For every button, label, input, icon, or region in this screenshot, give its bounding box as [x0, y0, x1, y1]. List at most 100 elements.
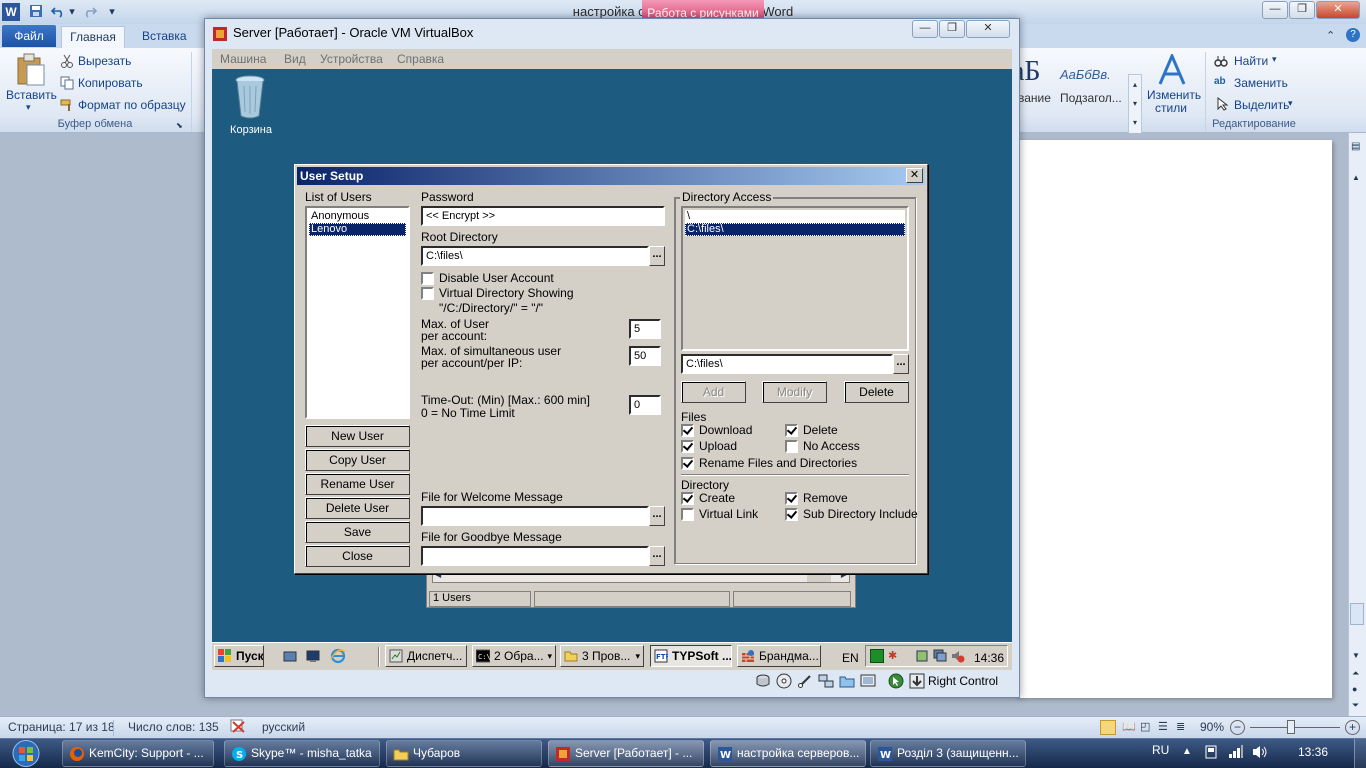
remove-dir-checkbox[interactable]	[785, 492, 798, 505]
zoom-in-icon[interactable]: +	[1345, 720, 1360, 735]
vbox-network-icon[interactable]	[818, 673, 834, 689]
virtual-link-checkbox[interactable]	[681, 508, 694, 521]
taskbar-item-firefox[interactable]: KemCity: Support - ...	[62, 740, 214, 767]
word-counter[interactable]: Число слов: 135	[128, 720, 219, 734]
users-list[interactable]: Anonymous Lenovo	[305, 206, 410, 419]
vbox-menu-view[interactable]: Вид	[284, 52, 306, 66]
new-user-button[interactable]: New User	[305, 425, 410, 447]
guest-task-console[interactable]: C:\ 2 Обра... ▾	[472, 645, 556, 667]
internet-explorer-icon[interactable]	[330, 648, 346, 664]
undo-icon[interactable]	[50, 3, 66, 19]
word-document-page[interactable]	[1015, 140, 1332, 698]
browse-root-button[interactable]: ...	[649, 246, 665, 266]
full-screen-view-icon[interactable]: 📖	[1122, 720, 1136, 733]
word-maximize-button[interactable]: ❐	[1289, 1, 1315, 19]
list-item[interactable]: Anonymous	[309, 210, 406, 223]
change-styles-button[interactable]: Изменить	[1147, 88, 1201, 102]
copy-icon[interactable]	[60, 76, 74, 90]
undo-dropdown-icon[interactable]: ▾	[68, 3, 76, 19]
cut-icon[interactable]	[60, 54, 74, 68]
guest-task-explorer[interactable]: 3 Пров... ▾	[560, 645, 644, 667]
paste-button-label[interactable]: Вставить	[6, 88, 57, 102]
page-counter[interactable]: Страница: 17 из 18	[8, 720, 115, 734]
task-group-dropdown-icon[interactable]: ▾	[547, 646, 552, 666]
browse-welcome-button[interactable]: ...	[649, 506, 665, 526]
max-user-field[interactable]: 5	[629, 319, 661, 339]
console-icon[interactable]	[306, 649, 320, 663]
delete-user-button[interactable]: Delete User	[305, 497, 410, 519]
list-item[interactable]: C:\files\	[685, 223, 905, 236]
add-directory-button[interactable]: Add	[681, 381, 746, 403]
ribbon-collapse-icon[interactable]: ⌃	[1326, 29, 1335, 42]
tray-volume-muted-icon[interactable]	[951, 649, 965, 663]
no-access-checkbox[interactable]	[785, 440, 798, 453]
web-layout-view-icon[interactable]: ◰	[1140, 720, 1150, 733]
taskbar-language[interactable]: RU	[1152, 743, 1169, 757]
download-checkbox[interactable]	[681, 424, 694, 437]
tab-insert[interactable]: Вставка	[130, 27, 199, 48]
timeout-field[interactable]: 0	[629, 395, 661, 415]
browse-object-icon[interactable]: ●	[1352, 684, 1357, 694]
clipboard-launcher-icon[interactable]: ⬊	[176, 121, 183, 130]
vbox-close-button[interactable]: ✕	[966, 20, 1010, 38]
rename-user-button[interactable]: Rename User	[305, 473, 410, 495]
change-styles-button-2[interactable]: стили	[1155, 101, 1187, 115]
styles-scroll-icon[interactable]: ▴ ▾ ▾	[1128, 74, 1142, 134]
tray-volume-icon[interactable]	[1252, 745, 1268, 759]
replace-icon[interactable]: ab	[1214, 76, 1230, 90]
tray-security-icon[interactable]: ✱	[888, 649, 902, 663]
password-field[interactable]: << Encrypt >>	[421, 206, 665, 226]
tab-home[interactable]: Главная	[61, 26, 125, 49]
create-dir-checkbox[interactable]	[681, 492, 694, 505]
browse-goodbye-button[interactable]: ...	[649, 546, 665, 566]
vbox-hdd-icon[interactable]	[755, 673, 771, 689]
tray-network-icon[interactable]	[870, 649, 884, 663]
goodbye-message-field[interactable]	[421, 546, 649, 566]
next-page-icon[interactable]: ⏷	[1352, 700, 1359, 711]
disable-account-checkbox[interactable]	[421, 272, 434, 285]
taskbar-item-folder[interactable]: Чубаров	[386, 740, 542, 767]
cut-button[interactable]: Вырезать	[78, 54, 131, 68]
vbox-menu-help[interactable]: Справка	[397, 52, 444, 66]
vbox-usb-icon[interactable]	[797, 673, 813, 689]
vbox-display-icon[interactable]	[860, 673, 876, 689]
max-simultaneous-field[interactable]: 50	[629, 346, 661, 366]
word-close-button[interactable]: ✕	[1316, 1, 1360, 19]
vbox-menu-machine[interactable]: Машина	[220, 52, 266, 66]
taskbar-item-word-servers[interactable]: W настройка серверов...	[710, 740, 866, 767]
welcome-message-field[interactable]	[421, 506, 649, 526]
tray-display-icon[interactable]	[933, 649, 947, 663]
show-desktop-button[interactable]	[1354, 739, 1366, 768]
scroll-down-icon[interactable]: ▼	[1352, 651, 1360, 660]
virtualbox-app-icon[interactable]	[212, 26, 228, 42]
virtual-directory-checkbox[interactable]	[421, 287, 434, 300]
taskbar-clock[interactable]: 13:36	[1298, 745, 1328, 759]
vbox-shared-folders-icon[interactable]	[839, 673, 855, 689]
paste-dropdown-icon[interactable]: ▾	[26, 102, 31, 113]
save-button[interactable]: Save	[305, 521, 410, 543]
guest-language-indicator[interactable]: EN	[842, 651, 859, 665]
browse-directory-button[interactable]: ...	[893, 354, 909, 374]
find-button[interactable]: Найти	[1234, 54, 1268, 68]
vbox-optical-icon[interactable]	[776, 673, 792, 689]
paste-icon[interactable]	[14, 52, 46, 86]
select-button[interactable]: Выделить	[1234, 98, 1289, 112]
language-indicator[interactable]: русский	[262, 720, 305, 734]
show-desktop-icon[interactable]	[283, 649, 297, 663]
spelling-check-icon[interactable]	[230, 719, 246, 735]
tray-expand-icon[interactable]: ▲	[1182, 746, 1192, 757]
word-minimize-button[interactable]: —	[1262, 1, 1288, 19]
word-app-icon[interactable]: W	[2, 3, 20, 21]
delete-directory-button[interactable]: Delete	[844, 381, 909, 403]
upload-checkbox[interactable]	[681, 440, 694, 453]
vbox-maximize-button[interactable]: ❐	[939, 20, 965, 38]
style-label-1[interactable]: вание	[1018, 91, 1051, 105]
delete-files-checkbox[interactable]	[785, 424, 798, 437]
copy-user-button[interactable]: Copy User	[305, 449, 410, 471]
vbox-minimize-button[interactable]: —	[912, 20, 938, 38]
copy-button[interactable]: Копировать	[78, 76, 143, 90]
prev-page-icon[interactable]: ⏶	[1352, 668, 1359, 679]
task-group-dropdown-icon[interactable]: ▾	[635, 646, 640, 666]
zoom-out-icon[interactable]: −	[1230, 720, 1245, 735]
directory-path-field[interactable]: C:\files\	[681, 354, 893, 374]
